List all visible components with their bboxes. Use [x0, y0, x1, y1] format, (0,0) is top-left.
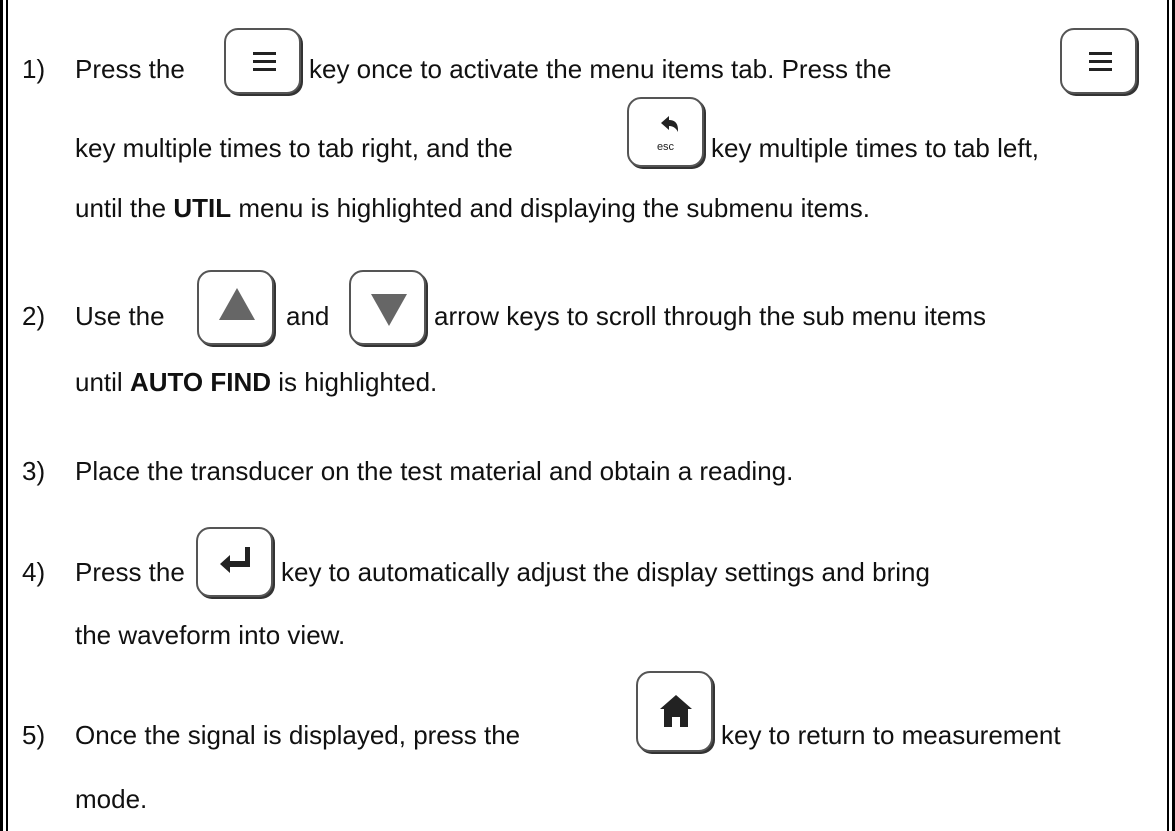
step-text-line: until AUTO FIND is highlighted. [75, 367, 437, 397]
up-triangle-icon [219, 288, 255, 320]
step-text: mode. [75, 784, 148, 814]
menu-icon [1089, 52, 1112, 71]
esc-label: esc [656, 141, 675, 153]
enter-arrow-icon [220, 547, 250, 573]
right-border-inner [1167, 0, 1169, 831]
step-text: until [75, 367, 123, 397]
step-text: key to return to measurement [721, 720, 1061, 750]
step-text-line: until the UTIL menu is highlighted and d… [75, 193, 870, 223]
back-arrow-icon [661, 116, 678, 132]
step-text: until the [75, 193, 167, 223]
enter-key [196, 527, 273, 597]
esc-key: esc [627, 97, 704, 167]
step-number: 4) [22, 557, 46, 587]
menu-key [224, 28, 301, 94]
left-border-outer [0, 0, 3, 831]
step-number: 5) [22, 720, 46, 750]
up-key [197, 270, 274, 345]
step-text: the waveform into view. [75, 620, 346, 650]
menu-name: UTIL [173, 193, 232, 223]
step-text: key once to activate the menu items tab.… [309, 54, 892, 84]
step-text: Once the signal is displayed, press the [75, 720, 521, 750]
submenu-name: AUTO FIND [129, 367, 272, 397]
step-text: and [286, 301, 330, 331]
step-text: is highlighted. [278, 367, 438, 397]
menu-key [1060, 28, 1137, 94]
step-text: key multiple times to tab left, [711, 133, 1040, 163]
left-border-inner [6, 0, 8, 831]
step-text: key to automatically adjust the display … [281, 557, 930, 587]
step-text: Place the transducer on the test materia… [75, 456, 794, 486]
step-text: Use the [75, 301, 165, 331]
step-number: 1) [22, 54, 46, 84]
down-triangle-icon [371, 294, 407, 326]
home-key [636, 671, 713, 752]
step-text: Press the [75, 54, 185, 84]
menu-icon [253, 52, 276, 71]
step-text: Press the [75, 557, 185, 587]
step-text: key multiple times to tab right, and the [75, 133, 513, 163]
step-number: 2) [22, 301, 46, 331]
step-text: arrow keys to scroll through the sub men… [434, 301, 987, 331]
instruction-panel [0, 0, 1175, 831]
down-key [349, 270, 426, 345]
step-text: menu is highlighted and displaying the s… [238, 193, 870, 223]
home-icon [660, 695, 692, 727]
step-number: 3) [22, 456, 46, 486]
